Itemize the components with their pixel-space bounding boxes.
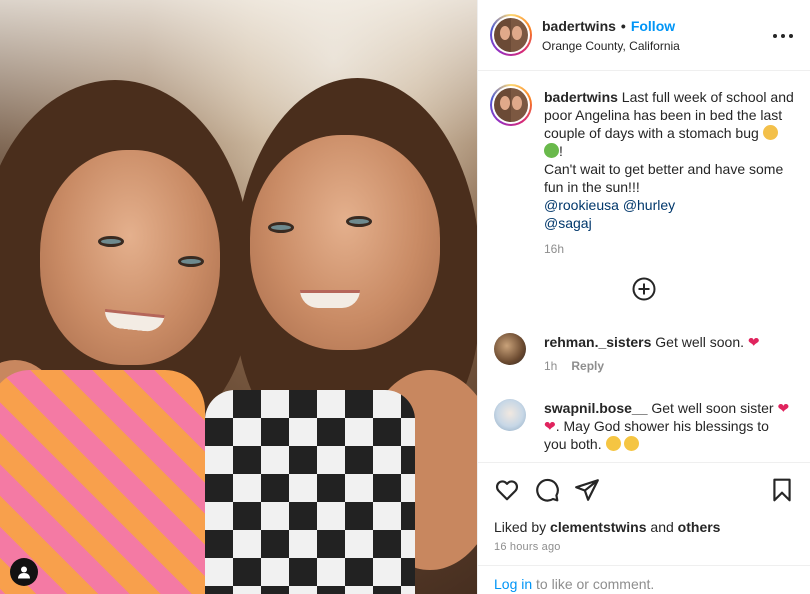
commenter-avatar[interactable] — [494, 333, 526, 365]
more-icon[interactable] — [773, 26, 793, 46]
heart-icon[interactable] — [494, 477, 520, 503]
header-username[interactable]: badertwins — [542, 18, 616, 34]
comment-text: Get well soon. — [655, 334, 745, 350]
photo-eye — [268, 222, 294, 233]
post-header: badertwins • Follow Orange County, Califor… — [478, 0, 810, 71]
add-comments-icon[interactable] — [632, 277, 656, 301]
photo-face-right — [250, 135, 440, 350]
mention-sagaj[interactable]: @sagaj — [544, 215, 592, 231]
location-link[interactable]: Orange County, California — [542, 39, 680, 53]
post-caption: badertwins Last full week of school and … — [544, 88, 794, 258]
liked-and: and — [650, 519, 674, 535]
caption-username[interactable]: badertwins — [544, 89, 618, 105]
separator-dot: • — [620, 18, 626, 34]
liked-user-link[interactable]: clementstwins — [550, 519, 646, 535]
login-prompt: Log in to like or comment. — [478, 565, 810, 594]
caption-time[interactable]: 16h — [544, 240, 794, 258]
likes-summary: Liked by clementstwins and others — [494, 519, 720, 535]
comment-meta: 1h Reply — [544, 357, 794, 375]
photo-eye — [346, 216, 372, 227]
bookmark-icon[interactable] — [769, 477, 795, 503]
liked-others-link[interactable]: others — [678, 519, 721, 535]
comment-text: Get well soon sister — [651, 400, 774, 416]
commenter-username[interactable]: rehman._sisters — [544, 334, 651, 350]
commenter-avatar[interactable] — [494, 399, 526, 431]
mention-rookieusa[interactable]: @rookieusa — [544, 197, 619, 213]
heart-eyes-emoji — [605, 436, 621, 451]
caption-text-2: Can't wait to get better and have some f… — [544, 161, 784, 195]
post-side-panel: badertwins • Follow Orange County, Califor… — [477, 0, 810, 594]
heart-eyes-emoji — [624, 436, 640, 451]
follow-button[interactable]: Follow — [631, 18, 675, 34]
header-text: badertwins • Follow Orange County, Califor… — [542, 18, 680, 53]
comment-item: swapnil.bose__ Get well soon sister ❤ ❤.… — [494, 399, 794, 459]
caption-avatar[interactable] — [490, 84, 532, 126]
comment-time[interactable]: 1h — [544, 359, 557, 373]
comment-icon[interactable] — [534, 477, 560, 503]
mention-hurley[interactable]: @hurley — [623, 197, 675, 213]
red-heart-emoji: ❤ — [777, 400, 790, 416]
share-icon[interactable] — [574, 477, 600, 503]
post-photo[interactable] — [0, 0, 477, 594]
nauseated-face-emoji — [544, 143, 559, 158]
photo-eye — [178, 256, 204, 267]
comment-body: rehman._sisters Get well soon. ❤ 1h Reply — [544, 333, 794, 375]
red-heart-emoji: ❤ — [544, 418, 556, 434]
photo-eye — [98, 236, 124, 247]
comment-body: swapnil.bose__ Get well soon sister ❤ ❤.… — [544, 399, 794, 453]
photo-mouth — [300, 290, 360, 308]
post-timestamp[interactable]: 16 hours ago — [494, 541, 561, 553]
user-tag-icon[interactable] — [10, 558, 38, 586]
sick-face-emoji — [762, 125, 778, 140]
caption-exclaim: ! — [559, 143, 563, 159]
comment-text-2: . May God shower his blessings to you bo… — [544, 418, 769, 452]
login-suffix: to like or comment. — [536, 576, 655, 592]
author-avatar[interactable] — [490, 14, 532, 56]
liked-prefix: Liked by — [494, 519, 547, 535]
reply-button[interactable]: Reply — [571, 359, 604, 373]
comment-item: rehman._sisters Get well soon. ❤ 1h Reply — [494, 333, 794, 378]
post-actions: Liked by clementstwins and others 16 hou… — [478, 462, 810, 594]
commenter-username[interactable]: swapnil.bose__ — [544, 400, 647, 416]
login-link[interactable]: Log in — [494, 576, 532, 592]
red-heart-emoji: ❤ — [747, 334, 760, 350]
photo-swimsuit-right — [205, 390, 415, 594]
